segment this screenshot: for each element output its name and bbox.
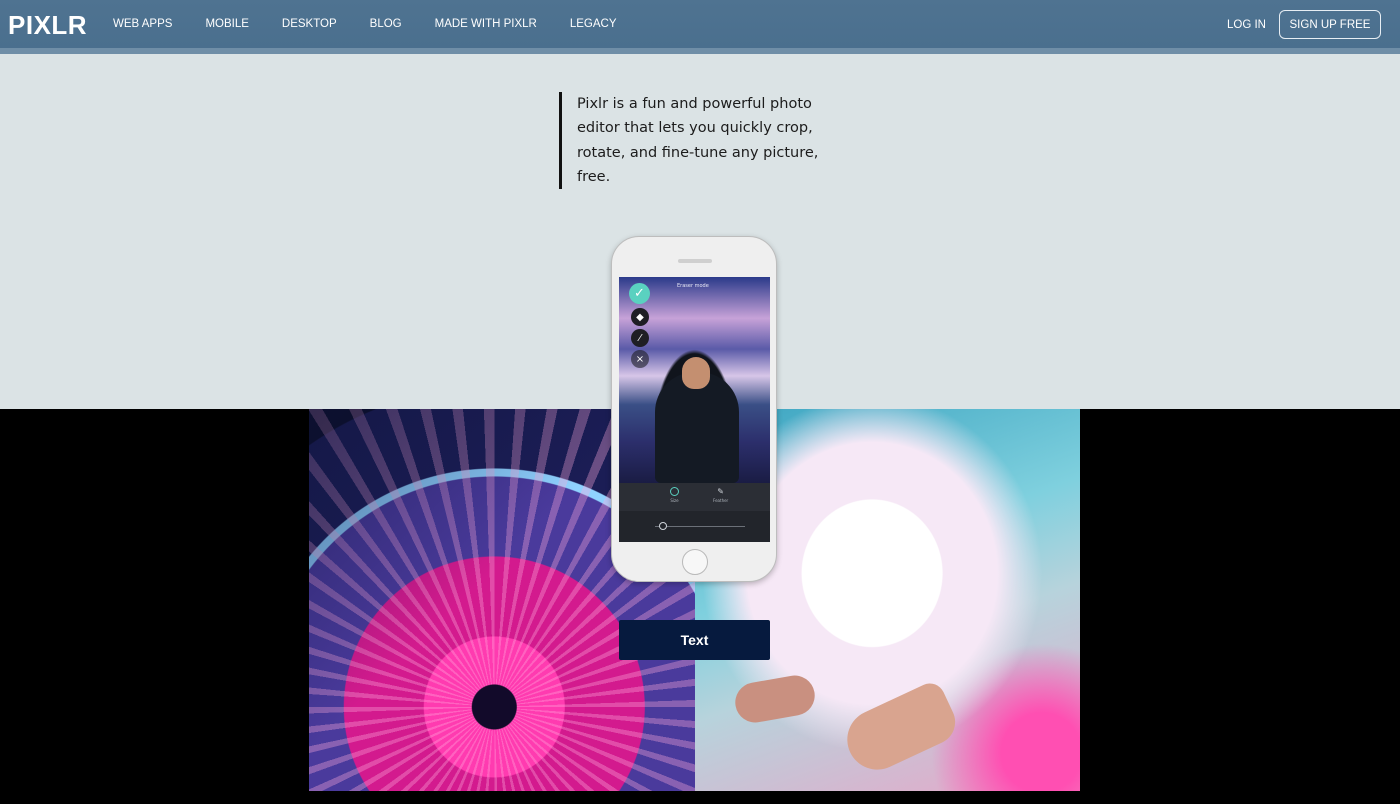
nav-desktop[interactable]: DESKTOP: [282, 18, 337, 30]
mode-size[interactable]: Size: [670, 487, 679, 503]
slider-knob[interactable]: [659, 522, 667, 530]
pixlr-logo[interactable]: PIXLR: [8, 10, 87, 41]
brush-icon[interactable]: ⁄: [631, 329, 649, 347]
screen-title: Eraser mode: [677, 283, 709, 289]
text-button[interactable]: Text: [619, 620, 770, 660]
mode-feather-label: Feather: [713, 498, 729, 503]
radio-icon: [670, 487, 679, 496]
phone-home-button: [682, 549, 708, 575]
nav-web-apps[interactable]: WEB APPS: [113, 18, 172, 30]
phone-mockup: Eraser mode ✓ ◆ ⁄ × Size ✎ Feather: [611, 236, 777, 582]
phone-speaker: [678, 259, 712, 263]
top-nav: PIXLR WEB APPS MOBILE DESKTOP BLOG MADE …: [0, 0, 1400, 54]
nav-links: WEB APPS MOBILE DESKTOP BLOG MADE WITH P…: [113, 0, 650, 48]
login-link[interactable]: LOG IN: [1227, 19, 1266, 31]
mode-feather[interactable]: ✎ Feather: [713, 487, 728, 503]
phone-screen: Eraser mode ✓ ◆ ⁄ × Size ✎ Feather: [619, 277, 770, 542]
nav-blog[interactable]: BLOG: [370, 18, 402, 30]
mode-size-label: Size: [670, 498, 679, 503]
screen-photo: Eraser mode ✓ ◆ ⁄ ×: [619, 277, 770, 483]
signup-button[interactable]: SIGN UP FREE: [1279, 10, 1381, 39]
slider-track: [655, 526, 745, 527]
hand-left: [732, 672, 818, 726]
nav-mobile[interactable]: MOBILE: [205, 18, 248, 30]
nav-made-with-pixlr[interactable]: MADE WITH PIXLR: [435, 18, 537, 30]
mode-bar: Size ✎ Feather: [619, 483, 770, 511]
hand-right: [837, 678, 963, 780]
feather-icon: ✎: [717, 487, 724, 496]
eraser-icon[interactable]: ◆: [631, 308, 649, 326]
size-slider[interactable]: [619, 511, 770, 542]
nav-legacy[interactable]: LEGACY: [570, 18, 617, 30]
close-icon[interactable]: ×: [631, 350, 649, 368]
check-icon[interactable]: ✓: [629, 283, 650, 304]
screen-person-head: [682, 357, 710, 389]
hero-quote: Pixlr is a fun and powerful photo editor…: [559, 92, 819, 189]
